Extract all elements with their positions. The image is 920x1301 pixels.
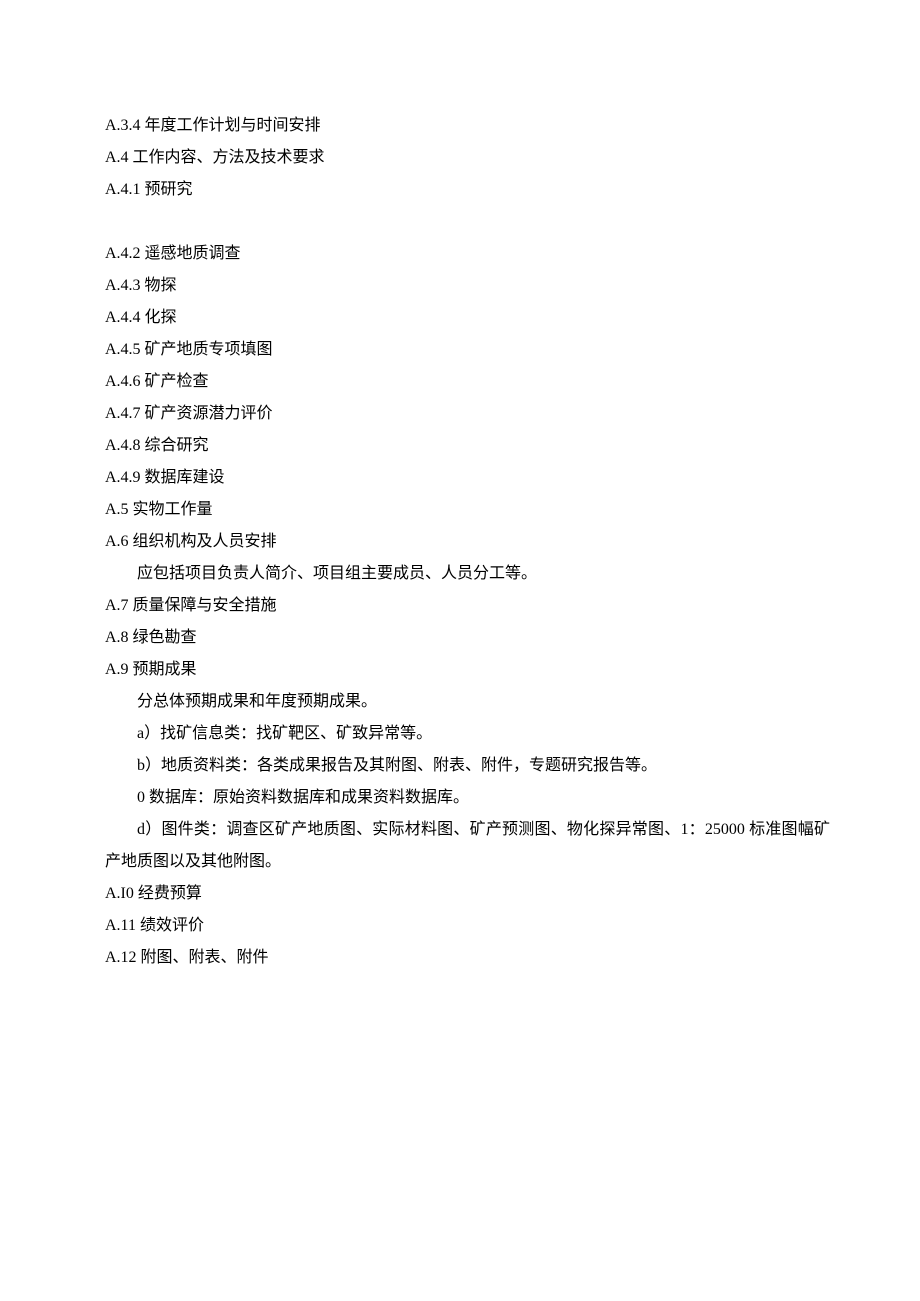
section-a9-item-b: b）地质资料类：各类成果报告及其附图、附表、附件，专题研究报告等。 xyxy=(105,750,830,782)
section-a41: A.4.1 预研究 xyxy=(105,174,830,206)
section-a47: A.4.7 矿产资源潜力评价 xyxy=(105,398,830,430)
section-a48: A.4.8 综合研究 xyxy=(105,430,830,462)
section-a9: A.9 预期成果 xyxy=(105,654,830,686)
section-a8: A.8 绿色勘查 xyxy=(105,622,830,654)
section-a45: A.4.5 矿产地质专项填图 xyxy=(105,334,830,366)
section-a5: A.5 实物工作量 xyxy=(105,494,830,526)
section-a12: A.12 附图、附表、附件 xyxy=(105,942,830,974)
section-a7: A.7 质量保障与安全措施 xyxy=(105,590,830,622)
section-a42: A.4.2 遥感地质调查 xyxy=(105,238,830,270)
section-a34: A.3.4 年度工作计划与时间安排 xyxy=(105,110,830,142)
blank-line xyxy=(105,206,830,238)
section-a9-item-d: d）图件类：调查区矿产地质图、实际材料图、矿产预测图、物化探异常图、1：2500… xyxy=(105,814,830,878)
section-a4: A.4 工作内容、方法及技术要求 xyxy=(105,142,830,174)
section-a44: A.4.4 化探 xyxy=(105,302,830,334)
section-a11: A.11 绩效评价 xyxy=(105,910,830,942)
section-a9-item-c: 0 数据库：原始资料数据库和成果资料数据库。 xyxy=(105,782,830,814)
section-a10: A.I0 经费预算 xyxy=(105,878,830,910)
section-a43: A.4.3 物探 xyxy=(105,270,830,302)
section-a9-body: 分总体预期成果和年度预期成果。 xyxy=(105,686,830,718)
section-a6-body: 应包括项目负责人简介、项目组主要成员、人员分工等。 xyxy=(105,558,830,590)
section-a6: A.6 组织机构及人员安排 xyxy=(105,526,830,558)
section-a46: A.4.6 矿产检查 xyxy=(105,366,830,398)
section-a9-item-a: a）找矿信息类：找矿靶区、矿致异常等。 xyxy=(105,718,830,750)
section-a49: A.4.9 数据库建设 xyxy=(105,462,830,494)
